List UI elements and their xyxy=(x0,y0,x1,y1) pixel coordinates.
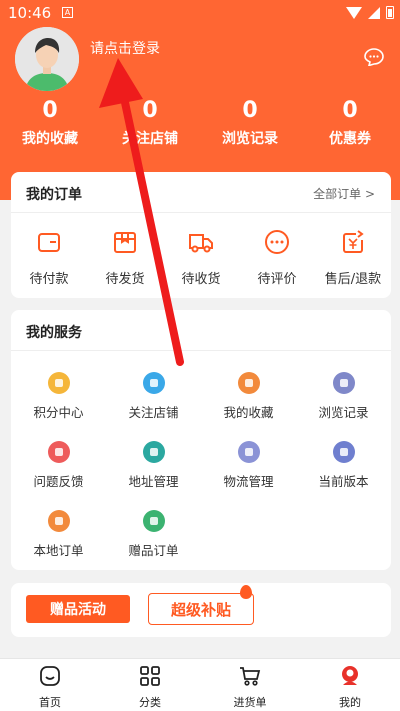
signal-icon xyxy=(368,6,380,19)
stat-label: 关注店铺 xyxy=(122,131,178,147)
gift-activity-button[interactable]: 赠品活动 xyxy=(26,595,130,623)
stat-coupons[interactable]: 0 优惠券 xyxy=(300,96,400,156)
stat-favorites[interactable]: 0 我的收藏 xyxy=(0,96,100,156)
tab-label: 我的 xyxy=(339,696,361,709)
order-label: 售后/退款 xyxy=(324,272,382,287)
tab-mine[interactable]: 我的 xyxy=(300,659,400,711)
order-label: 待评价 xyxy=(257,272,297,287)
service-label: 问题反馈 xyxy=(33,474,84,489)
profile-icon xyxy=(342,666,358,685)
stat-label: 浏览记录 xyxy=(222,131,278,147)
flame-icon xyxy=(240,585,252,599)
stat-label: 我的收藏 xyxy=(22,131,78,147)
all-orders-link[interactable]: 全部订单 > xyxy=(313,185,375,202)
tab-label: 分类 xyxy=(139,696,161,709)
order-label: 待发货 xyxy=(105,272,145,287)
service-label: 我的收藏 xyxy=(223,405,274,420)
divider xyxy=(11,212,391,213)
wifi-icon xyxy=(346,6,362,19)
stat-history[interactable]: 0 浏览记录 xyxy=(200,96,300,156)
stat-value: 0 xyxy=(42,98,58,123)
home-icon xyxy=(40,666,60,686)
order-status-row: 待付款 待发货 待收货 待评价 售后/退款 xyxy=(11,228,391,287)
cart-icon xyxy=(240,667,261,686)
gift-order-icon xyxy=(142,510,165,532)
services-grid: 积分中心 关注店铺 我的收藏 浏览记录 问题反馈 地址管理 物流管理 当前版本 xyxy=(11,372,391,559)
version-icon xyxy=(332,441,355,463)
order-pending-payment[interactable]: 待付款 xyxy=(11,228,87,287)
profile-header: 10:46 A 请点击登录 0 我的收藏 0 关注店铺 0 浏览记录 0 优惠券 xyxy=(0,0,400,200)
wallet-icon xyxy=(38,233,60,252)
service-label: 积分中心 xyxy=(33,405,84,420)
promo-card: 赠品活动 超级补贴 xyxy=(11,583,391,637)
order-pending-shipment[interactable]: 待发货 xyxy=(87,228,163,287)
service-label: 关注店铺 xyxy=(128,405,179,420)
super-subsidy-button[interactable]: 超级补贴 xyxy=(148,593,254,625)
order-pending-receipt[interactable]: 待收货 xyxy=(163,228,239,287)
service-label: 地址管理 xyxy=(128,474,179,489)
refund-icon xyxy=(343,230,364,253)
stat-value: 0 xyxy=(142,98,158,123)
feedback-icon xyxy=(47,441,70,463)
service-points-center[interactable]: 积分中心 xyxy=(11,372,106,421)
avatar[interactable] xyxy=(15,27,79,91)
service-feedback[interactable]: 问题反馈 xyxy=(11,441,106,490)
tab-category[interactable]: 分类 xyxy=(100,659,200,711)
order-after-sales[interactable]: 售后/退款 xyxy=(315,228,391,287)
service-local-orders[interactable]: 本地订单 xyxy=(11,510,106,559)
notification-a-icon: A xyxy=(62,7,73,18)
favorite-icon xyxy=(237,372,260,394)
message-icon[interactable] xyxy=(364,48,384,66)
order-label: 待付款 xyxy=(29,272,69,287)
service-followed-shops[interactable]: 关注店铺 xyxy=(106,372,201,421)
service-history[interactable]: 浏览记录 xyxy=(296,372,391,421)
service-label: 赠品订单 xyxy=(128,543,179,558)
tab-label: 进货单 xyxy=(233,696,267,709)
battery-icon xyxy=(386,6,394,19)
avatar-person-icon xyxy=(15,27,79,91)
location-icon xyxy=(142,441,165,463)
divider xyxy=(11,350,391,351)
service-version[interactable]: 当前版本 xyxy=(296,441,391,490)
service-label: 当前版本 xyxy=(318,474,369,489)
stat-followed-shops[interactable]: 0 关注店铺 xyxy=(100,96,200,156)
service-address[interactable]: 地址管理 xyxy=(106,441,201,490)
package-icon xyxy=(114,232,136,253)
stat-label: 优惠券 xyxy=(329,131,371,147)
service-gift-orders[interactable]: 赠品订单 xyxy=(106,510,201,559)
heart-icon xyxy=(142,372,165,394)
points-icon xyxy=(47,372,70,394)
tab-purchase-list[interactable]: 进货单 xyxy=(200,659,300,711)
order-pending-review[interactable]: 待评价 xyxy=(239,228,315,287)
history-icon xyxy=(332,372,355,394)
grid-icon xyxy=(140,666,160,686)
stat-value: 0 xyxy=(342,98,358,123)
local-order-icon xyxy=(47,510,70,532)
tab-home[interactable]: 首页 xyxy=(0,659,100,711)
service-favorites[interactable]: 我的收藏 xyxy=(201,372,296,421)
orders-title: 我的订单 xyxy=(26,187,82,203)
bottom-tab-bar: 首页 分类 进货单 我的 xyxy=(0,658,400,711)
comment-icon xyxy=(265,230,289,254)
services-title: 我的服务 xyxy=(26,325,82,341)
status-bar: 10:46 A xyxy=(0,0,400,26)
stats-row: 0 我的收藏 0 关注店铺 0 浏览记录 0 优惠券 xyxy=(0,96,400,156)
tab-label: 首页 xyxy=(39,696,61,709)
status-icons xyxy=(346,6,394,19)
service-label: 物流管理 xyxy=(223,474,274,489)
truck-icon xyxy=(189,234,213,253)
stat-value: 0 xyxy=(242,98,258,123)
service-label: 浏览记录 xyxy=(318,405,369,420)
services-card: 我的服务 积分中心 关注店铺 我的收藏 浏览记录 问题反馈 地址管理 物流管理 … xyxy=(11,310,391,570)
logistics-icon xyxy=(237,441,260,463)
service-logistics[interactable]: 物流管理 xyxy=(201,441,296,490)
service-label: 本地订单 xyxy=(33,543,84,558)
status-time: 10:46 xyxy=(8,4,52,22)
login-prompt[interactable]: 请点击登录 xyxy=(90,38,160,58)
order-label: 待收货 xyxy=(181,272,221,287)
orders-card: 我的订单 全部订单 > 待付款 待发货 待收货 待评价 售后/退款 xyxy=(11,172,391,298)
